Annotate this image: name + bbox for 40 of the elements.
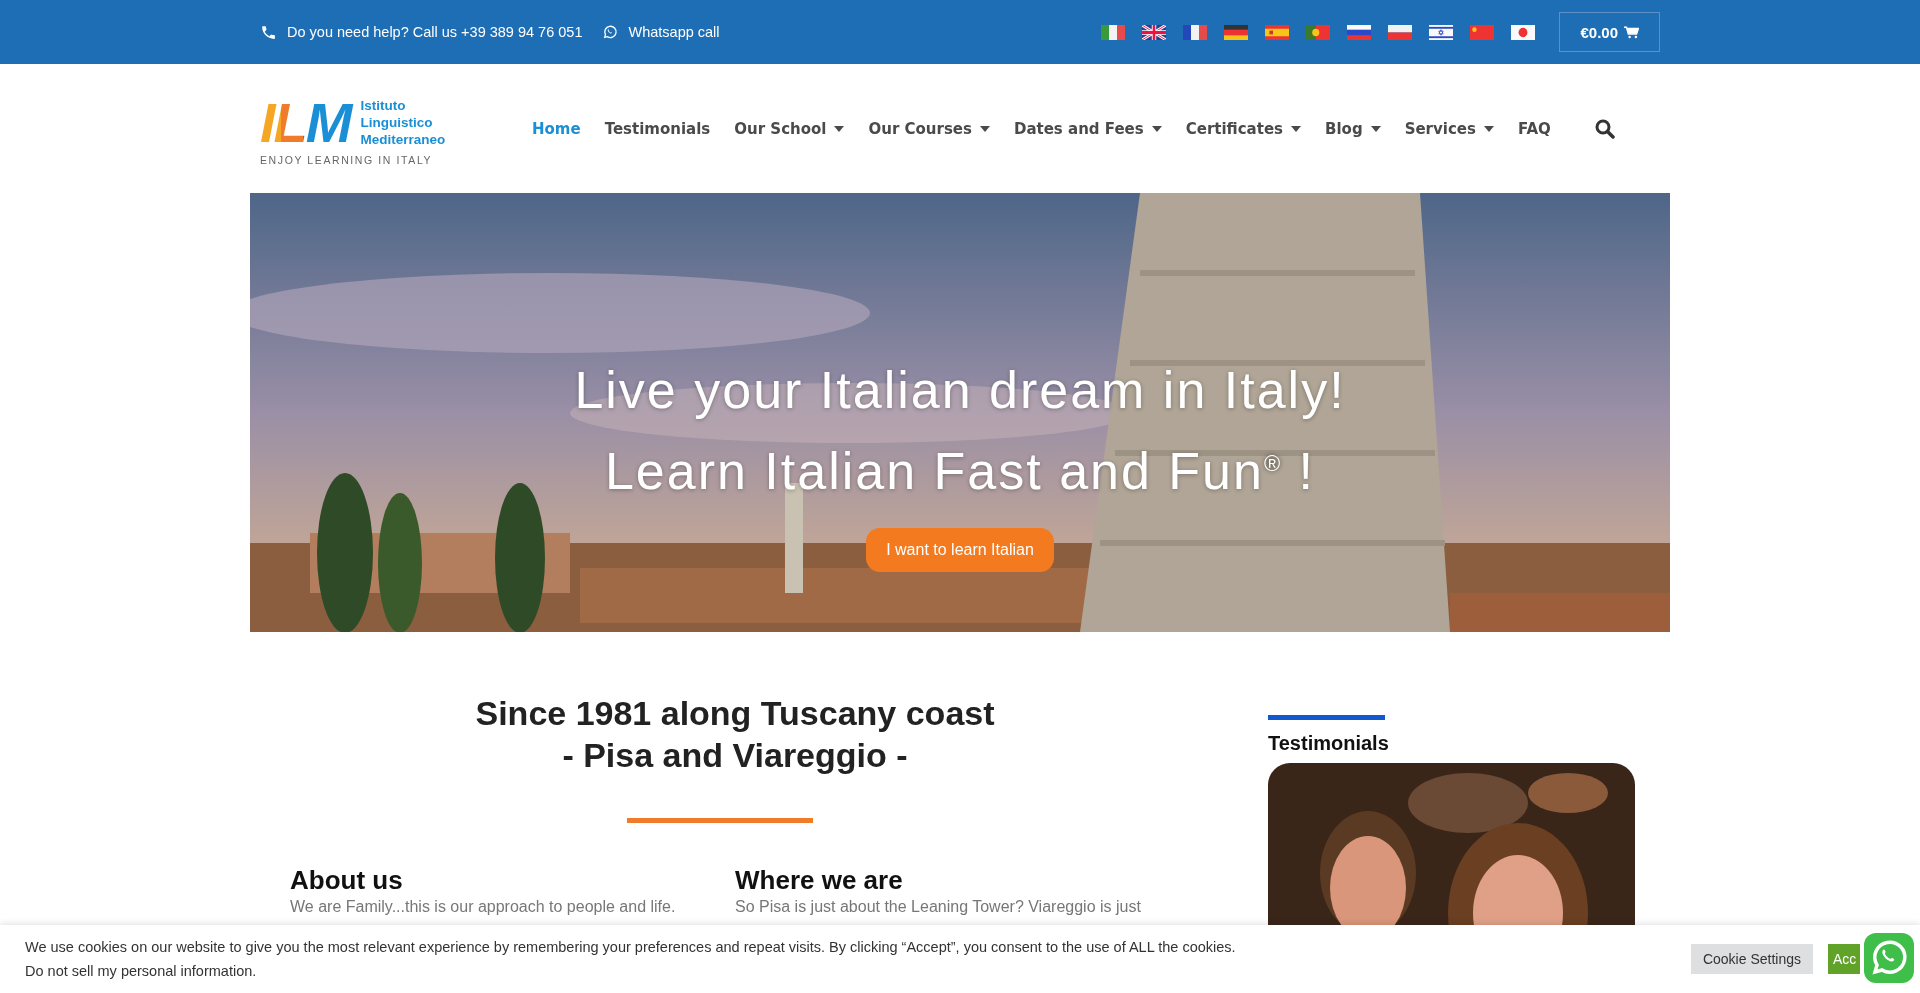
cart-button[interactable]: €0.00 xyxy=(1559,12,1660,52)
cookie-settings-button[interactable]: Cookie Settings xyxy=(1690,944,1813,974)
logo-name: Linguistico xyxy=(360,114,434,131)
hero-title: Live your Italian dream in Italy! xyxy=(574,360,1346,421)
nav-item[interactable]: Our School xyxy=(722,119,857,138)
column-title: Where we are xyxy=(735,865,904,896)
nav-item[interactable]: Services xyxy=(1392,119,1506,138)
testimonials-title: Testimonials xyxy=(1268,732,1390,755)
whatsapp-icon xyxy=(602,24,619,40)
logo-name: Istituto xyxy=(360,97,407,114)
flag-icon[interactable] xyxy=(1183,24,1208,40)
hero-title: Learn Italian Fast and Fun$^{®}$ ! xyxy=(604,441,1316,503)
search-icon[interactable] xyxy=(1594,118,1615,139)
help-phone-link[interactable]: Do you need help? Call us +39 389 94 76 051 xyxy=(287,24,583,40)
do-not-sell-link[interactable]: Do not sell my personal information. xyxy=(25,959,1236,983)
nav-item[interactable]: FAQ xyxy=(1505,119,1563,138)
flag-icon[interactable] xyxy=(1347,24,1372,40)
section-heading: Since 1981 along Tuscany coast xyxy=(475,693,995,734)
flag-icon[interactable] xyxy=(1388,24,1413,40)
section-heading: - Pisa and Viareggio - xyxy=(562,735,908,776)
nav-item[interactable]: Dates and Fees xyxy=(1001,119,1174,138)
flag-icon[interactable] xyxy=(1511,24,1536,40)
nav-item[interactable]: Blog xyxy=(1313,119,1393,138)
logo-tagline: ENJOY LEARNING IN ITALY xyxy=(260,153,434,166)
phone-icon xyxy=(260,23,277,41)
nav-item[interactable]: Testimonials xyxy=(592,119,723,138)
column-title: About us xyxy=(290,865,404,896)
flag-icon[interactable] xyxy=(1224,24,1249,40)
whatsapp-call-link[interactable]: Whatsapp call xyxy=(628,24,720,40)
nav-item[interactable]: Home xyxy=(520,119,593,138)
nav-item[interactable]: Certificates xyxy=(1173,119,1313,138)
flag-icon[interactable] xyxy=(1429,24,1454,40)
flag-icon[interactable] xyxy=(1101,24,1126,40)
cart-icon xyxy=(1624,25,1639,39)
column-text: We are Family...this is our approach to people and life. xyxy=(290,898,677,916)
flag-icon[interactable] xyxy=(1142,24,1167,40)
nav-item[interactable]: Our Courses xyxy=(856,119,1002,138)
logo-name: Mediterraneo xyxy=(360,131,446,148)
column-text: So Pisa is just about the Leaning Tower? Viareggio is just xyxy=(735,898,1142,916)
cookie-notice: We use cookies on our website to give you the most relevant experience by remembering your preferences and repeat visits. By clicking “Accept”, you consent to the use of ALL the cookies. xyxy=(25,938,1236,957)
